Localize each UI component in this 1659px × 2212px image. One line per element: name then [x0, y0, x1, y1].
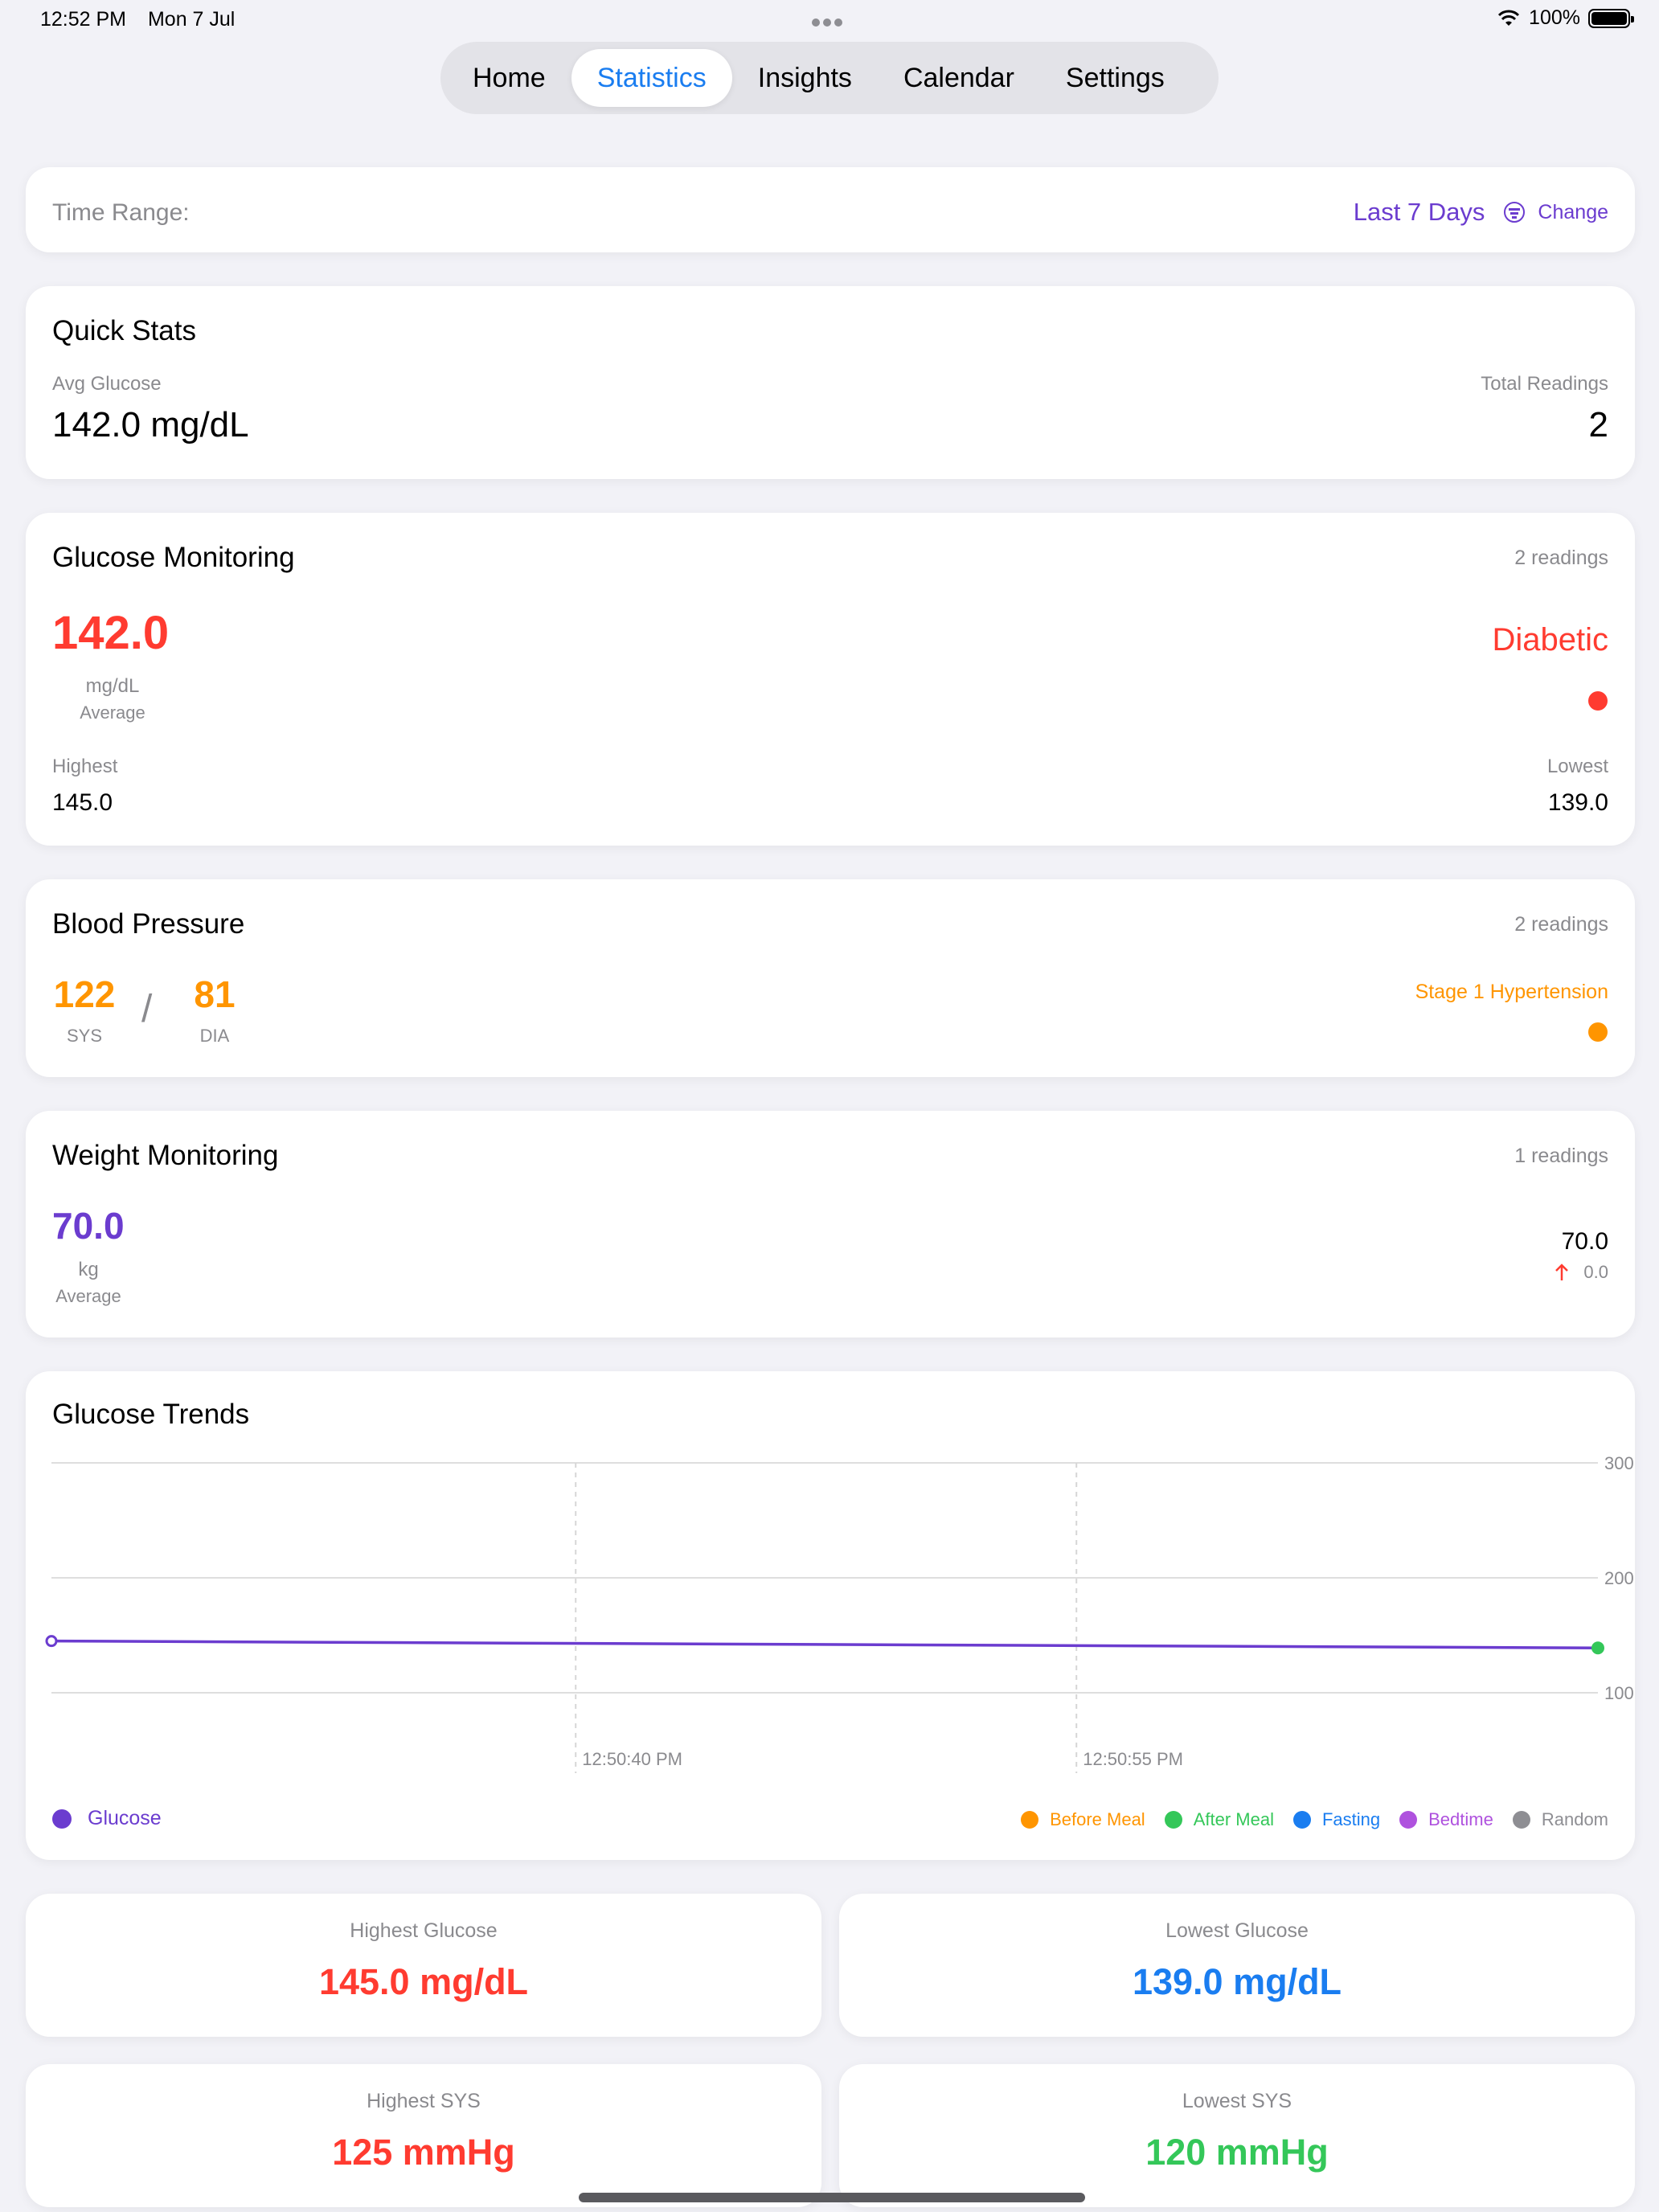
arrow-up-icon: [1555, 1264, 1569, 1280]
glucose-trends-card: Glucose Trends 300 200 100 12:50:40 PM 12:50…: [26, 1371, 1635, 1860]
legend-dot-random: [1512, 1811, 1530, 1829]
time-range-control[interactable]: Last 7 Days Change: [1354, 198, 1608, 227]
extreme-value: 139.0 mg/dL: [1132, 1961, 1342, 2002]
x-tick-label: 12:50:55 PM: [1083, 1749, 1183, 1769]
status-bar: 12:52 PM Mon 7 Jul 100%: [0, 0, 1659, 39]
weight-latest-value: 70.0: [1561, 1228, 1608, 1255]
bp-status-dot: [1588, 1022, 1608, 1042]
glucose-unit: mg/dL: [85, 675, 140, 697]
x-tick-label: 12:50:40 PM: [582, 1749, 682, 1769]
legend-dot-bedtime: [1399, 1811, 1418, 1829]
bp-slash: /: [141, 988, 153, 1030]
glucose-average-value: 142.0: [52, 607, 170, 659]
legend-label-after-meal: After Meal: [1193, 1809, 1274, 1829]
blood-pressure-title: Blood Pressure: [52, 908, 245, 940]
chart-title: Glucose Trends: [52, 1399, 250, 1430]
legend-label-fasting: Fasting: [1321, 1809, 1381, 1829]
weight-average-value: 70.0: [52, 1205, 125, 1247]
blood-pressure-card: Blood Pressure 2 readings 122 SYS / 81 D…: [26, 879, 1635, 1077]
legend-dot-fasting: [1292, 1811, 1311, 1829]
bp-readings-count: 2 readings: [1514, 913, 1608, 936]
extreme-value: 120 mmHg: [1145, 2132, 1329, 2173]
weight-change: 0.0: [1555, 1262, 1608, 1283]
avg-glucose-label: Avg Glucose: [52, 373, 162, 395]
glucose-highest-value: 145.0: [52, 789, 113, 816]
extreme-card: Highest Glucose 145.0 mg/dL: [26, 1894, 821, 2037]
avg-glucose-value: 142.0 mg/dL: [52, 405, 249, 444]
bp-dia-label: DIA: [199, 1026, 230, 1046]
tab-insights[interactable]: Insights: [732, 49, 878, 107]
glucose-readings-count: 2 readings: [1514, 547, 1608, 569]
time-range-value[interactable]: Last 7 Days: [1354, 198, 1485, 227]
wifi-icon: [1497, 10, 1520, 26]
legend-label-before-meal: Before Meal: [1050, 1809, 1145, 1829]
reading-type-legend: Before Meal After Meal Fasting Bedtime Rando…: [1021, 1809, 1608, 1830]
extreme-label: Highest SYS: [367, 2090, 481, 2112]
extreme-value: 125 mmHg: [332, 2132, 515, 2173]
weight-average-label: Average: [55, 1286, 121, 1306]
status-date: Mon 7 Jul: [147, 8, 236, 31]
home-indicator[interactable]: [579, 2193, 1085, 2202]
status-left: 12:52 PM Mon 7 Jul: [40, 8, 251, 31]
time-range-card: Time Range: Last 7 Days Change: [26, 167, 1635, 252]
glucose-monitoring-card: Glucose Monitoring 2 readings 142.0 mg/d…: [26, 513, 1635, 846]
legend-glucose-label: Glucose: [88, 1807, 162, 1829]
glucose-series-line: [51, 1639, 1599, 1649]
multitasking-dots-icon[interactable]: [812, 16, 847, 27]
y-tick-label: 200: [1604, 1568, 1634, 1588]
tab-settings[interactable]: Settings: [1040, 49, 1190, 107]
y-tick-label: 300: [1604, 1453, 1634, 1473]
battery-icon: [1588, 8, 1634, 28]
extreme-label: Highest Glucose: [350, 1919, 498, 1942]
data-point: [1591, 1641, 1604, 1655]
extreme-value: 145.0 mg/dL: [318, 1961, 529, 2002]
quick-stats-title: Quick Stats: [52, 315, 196, 346]
weight-change-value: 0.0: [1583, 1262, 1608, 1282]
chart-legend-main: Glucose: [52, 1807, 162, 1830]
total-readings-label: Total Readings: [1481, 373, 1608, 395]
weight-monitoring-card: Weight Monitoring 1 readings 70.0 kg Ave…: [26, 1111, 1635, 1337]
legend-label-bedtime: Bedtime: [1428, 1809, 1493, 1829]
glucose-highest-label: Highest: [52, 756, 118, 777]
glucose-lowest-value: 139.0: [1547, 789, 1608, 816]
bp-sys-value: 122: [53, 973, 116, 1015]
glucose-trends-chart: 300 200 100 12:50:40 PM 12:50:55 PM: [45, 1453, 1634, 1773]
glucose-status: Diabetic: [1492, 622, 1608, 657]
legend-dot-before-meal: [1021, 1811, 1039, 1829]
glucose-lowest-label: Lowest: [1546, 756, 1608, 777]
bp-status: Stage 1 Hypertension: [1415, 981, 1608, 1003]
extreme-label: Lowest Glucose: [1165, 1919, 1309, 1942]
bp-dia-value: 81: [194, 973, 236, 1015]
total-readings-value: 2: [1588, 405, 1608, 444]
legend-dot-after-meal: [1164, 1811, 1182, 1829]
extreme-card: Highest SYS 125 mmHg: [26, 2064, 821, 2207]
weight-readings-count: 1 readings: [1514, 1145, 1608, 1167]
change-button[interactable]: Change: [1538, 201, 1608, 224]
tab-home[interactable]: Home: [447, 49, 571, 107]
glucose-monitoring-title: Glucose Monitoring: [52, 542, 295, 573]
data-point: [45, 1635, 58, 1648]
status-right: 100%: [1497, 6, 1634, 30]
glucose-status-dot: [1588, 691, 1608, 711]
glucose-average-label: Average: [80, 703, 145, 723]
bp-sys-label: SYS: [66, 1026, 103, 1046]
status-time: 12:52 PM: [40, 8, 127, 31]
tab-statistics[interactable]: Statistics: [571, 49, 732, 107]
y-tick-label: 100: [1604, 1683, 1634, 1703]
battery-percent: 100%: [1529, 6, 1580, 29]
filter-icon[interactable]: [1504, 202, 1526, 223]
quick-stats-card: Quick Stats Avg Glucose 142.0 mg/dL Tota…: [26, 286, 1635, 479]
weight-monitoring-title: Weight Monitoring: [52, 1140, 279, 1171]
segmented-nav: Home Statistics Insights Calendar Settin…: [440, 42, 1219, 114]
weight-unit: kg: [78, 1259, 99, 1280]
extreme-label: Lowest SYS: [1182, 2090, 1292, 2112]
legend-label-random: Random: [1541, 1809, 1608, 1829]
time-range-label: Time Range:: [52, 199, 190, 226]
extreme-card: Lowest SYS 120 mmHg: [839, 2064, 1635, 2207]
tab-calendar[interactable]: Calendar: [878, 49, 1040, 107]
extreme-card: Lowest Glucose 139.0 mg/dL: [839, 1894, 1635, 2037]
legend-glucose-dot: [52, 1809, 72, 1829]
